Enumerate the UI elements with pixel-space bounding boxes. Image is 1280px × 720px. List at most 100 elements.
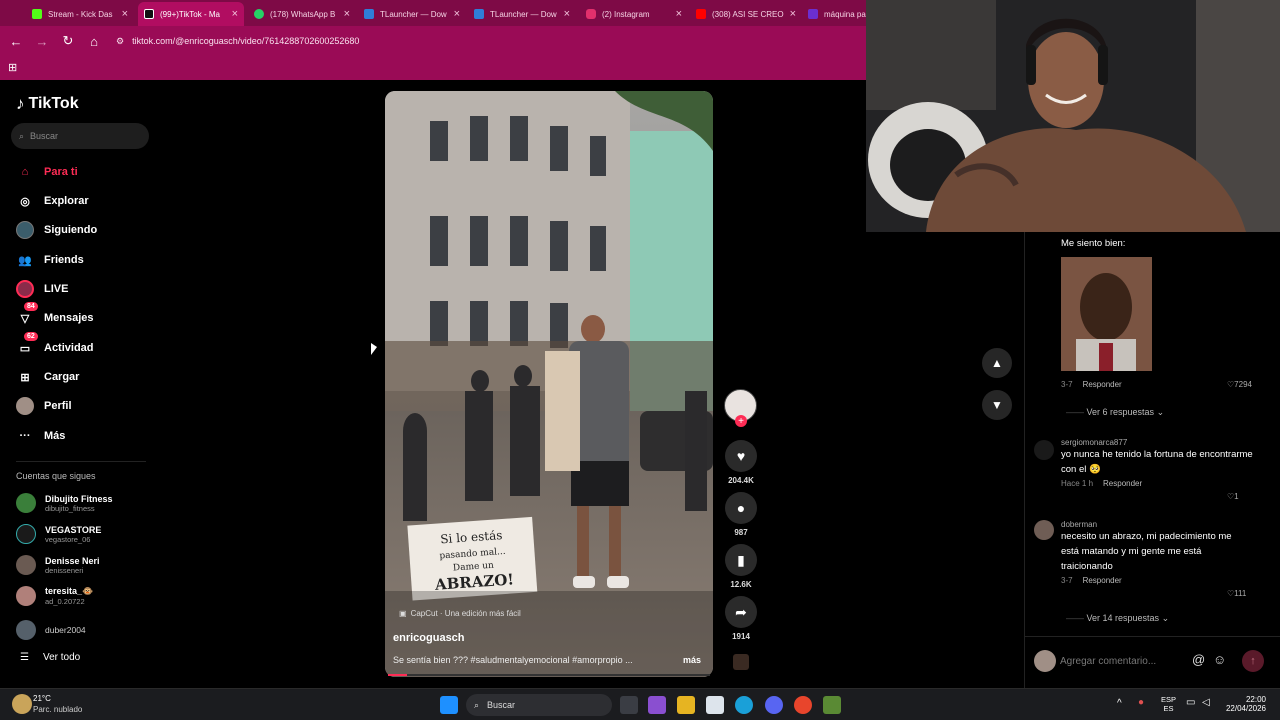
tab-other[interactable]: máquina pa [802,2,866,26]
save-button[interactable]: ▮ 12.6K [725,544,757,589]
edge-icon[interactable] [735,696,753,714]
clock[interactable]: 22:00 22/04/2026 [1220,695,1266,713]
messages-badge: 84 [24,302,38,311]
tab-tiktok[interactable]: (99+)TikTok - Ma × [138,2,244,26]
messages-icon: ▽ 84 [16,302,38,327]
copilot-icon[interactable] [648,696,666,714]
avatar[interactable] [1034,520,1054,540]
browser-tab-bar: Stream - Kick Das × (99+)TikTok - Ma × (17… [0,0,866,26]
profile-avatar-icon [16,397,34,415]
video-player[interactable]: Si lo estás pasando mal... Dame un ABRAZ… [385,91,713,677]
like-button[interactable]: ♥ 204.4K [725,440,757,485]
following-account[interactable]: Denisse Neri denisseneri [16,555,100,575]
following-account[interactable]: duber2004 [16,620,86,640]
forward-icon[interactable]: → [30,29,54,53]
comment-likes[interactable]: ♡7294 [1227,380,1252,389]
comment-likes[interactable]: ♡1 [1227,492,1239,501]
close-icon[interactable]: × [454,8,460,20]
follow-plus-icon[interactable]: + [735,415,747,427]
volume-icon[interactable]: ◁ [1202,697,1210,708]
task-view-icon[interactable] [620,696,638,714]
comment-meme-image [1061,257,1152,371]
nav-friends[interactable]: 👥 Friends [16,251,84,269]
nav-mas[interactable]: ··· Más [16,427,66,445]
chrome-icon[interactable] [794,696,812,714]
windows-start-icon[interactable] [440,696,458,714]
nav-live[interactable]: LIVE [16,280,68,298]
search-input[interactable]: ⌕ Buscar [11,123,149,149]
avatar [16,493,36,513]
tab-tlauncher-2[interactable]: TLauncher — Dow × [468,2,576,26]
site-settings-icon[interactable]: ⚙ [116,36,124,47]
heart-icon: ♥ [725,440,757,472]
apps-grid-icon[interactable]: ⊞ [8,61,17,74]
previous-video-button[interactable]: ▲ [982,348,1012,378]
following-account[interactable]: VEGASTORE vegastore_06 [16,524,101,544]
close-icon[interactable]: × [344,8,350,20]
emoji-icon[interactable]: ☺ [1213,652,1226,667]
reply-button[interactable]: Responder [1083,576,1122,585]
view-replies-button[interactable]: —— Ver 14 respuestas ⌄ [1066,613,1169,624]
arrow-up-icon: ↑ [1250,655,1256,667]
store-icon[interactable] [706,696,724,714]
nav-siguiendo[interactable]: Siguiendo [16,221,97,239]
reply-button[interactable]: Responder [1083,380,1122,389]
following-account[interactable]: teresita_🐵 ad_0.20722 [16,586,93,606]
mention-icon[interactable]: @ [1192,652,1205,667]
tiktok-logo[interactable]: ♪ TikTok [16,94,79,114]
language-indicator[interactable]: ESP ES [1161,695,1176,713]
close-icon[interactable]: × [790,8,796,20]
back-icon[interactable]: ← [4,29,28,53]
avatar[interactable] [1034,440,1054,460]
microphone-icon[interactable]: ● [1138,697,1144,708]
nav-mensajes[interactable]: ▽ 84 Mensajes [16,302,94,327]
comment-image[interactable] [1061,257,1152,371]
weather-icon[interactable] [12,694,32,714]
friends-icon: 👥 [18,254,32,267]
close-icon[interactable]: × [232,8,238,20]
capcut-tag[interactable]: ▣ CapCut · Una edición más fácil [399,609,521,618]
tab-tlauncher-1[interactable]: TLauncher — Dow × [358,2,466,26]
following-account[interactable]: Dibujito Fitness dibujito_fitness [16,493,113,513]
tab-instagram[interactable]: (2) Instagram × [580,2,688,26]
comment-button[interactable]: ● 987 [725,492,757,537]
reply-button[interactable]: Responder [1103,479,1142,488]
more-icon: ··· [19,430,31,442]
network-icon[interactable]: ▭ [1186,697,1195,708]
close-icon[interactable]: × [122,8,128,20]
tab-youtube[interactable]: (308) ASI SE CREO × [690,2,798,26]
caption-more-link[interactable]: más [683,655,701,665]
view-replies-button[interactable]: —— Ver 6 respuestas ⌄ [1066,407,1164,418]
nav-explorar[interactable]: ◎ Explorar [16,192,88,210]
home-icon: ⌂ [21,166,29,178]
close-icon[interactable]: × [676,8,682,20]
next-video-button[interactable]: ▼ [982,390,1012,420]
nav-actividad[interactable]: ▭ 62 Actividad [16,332,94,357]
address-bar[interactable]: ⚙ tiktok.com/@enricoguasch/video/7614288… [116,36,359,47]
discord-icon[interactable] [765,696,783,714]
tab-kick[interactable]: Stream - Kick Das × [26,2,134,26]
nav-cargar[interactable]: ⊞ Cargar [16,368,79,386]
taskbar-search[interactable]: ⌕ Buscar [466,694,612,716]
send-comment-button[interactable]: ↑ [1242,650,1264,672]
tab-whatsapp[interactable]: (178) WhatsApp B × [248,2,356,26]
reload-icon[interactable]: ↻ [56,29,80,53]
tray-chevron-up-icon[interactable]: ^ [1117,698,1122,709]
file-explorer-icon[interactable] [677,696,695,714]
comment-likes[interactable]: ♡111 [1227,589,1246,598]
close-icon[interactable]: × [564,8,570,20]
url-text: tiktok.com/@enricoguasch/video/761428870… [132,36,360,46]
nav-perfil[interactable]: Perfil [16,397,72,415]
home-icon[interactable]: ⌂ [82,29,106,53]
chevron-down-icon: ⌄ [1156,407,1165,417]
music-disc-icon[interactable] [733,654,749,670]
compass-icon: ◎ [20,195,30,208]
video-progress-bar[interactable] [388,674,710,676]
share-button[interactable]: ➦ 1914 [725,596,757,641]
search-icon: ⌕ [474,699,480,710]
video-author[interactable]: enricoguasch [393,632,465,644]
nav-para-ti[interactable]: ⌂ Para ti [16,163,78,181]
weather-temp[interactable]: 21°C [33,694,51,703]
see-all-link[interactable]: ☰ Ver todo [20,652,80,663]
minecraft-icon[interactable] [823,696,841,714]
